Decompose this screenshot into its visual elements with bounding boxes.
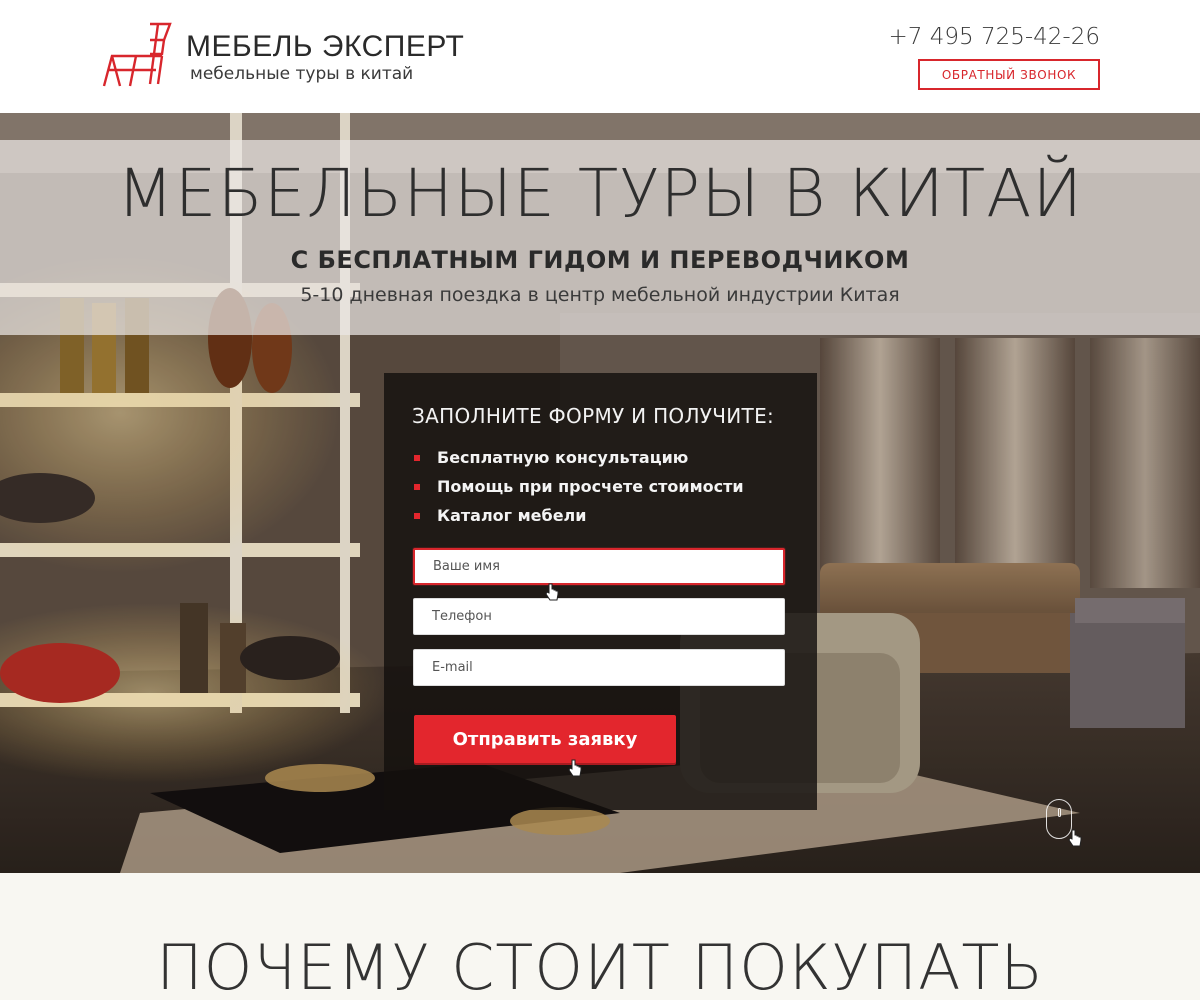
hero-title: МЕБЕЛЬНЫЕ ТУРЫ В КИТАЙ	[116, 155, 1084, 232]
bullet-icon	[414, 483, 420, 490]
email-input[interactable]: E-mail	[413, 649, 785, 686]
benefit-item: Помощь при просчете стоимости	[414, 472, 744, 501]
site-header: МЕБЕЛЬ ЭКСПЕРТ мебельные туры в китай +7…	[0, 0, 1200, 113]
benefits-list: Бесплатную консультацию Помощь при просч…	[414, 443, 744, 530]
bullet-icon	[414, 512, 420, 519]
benefit-label: Каталог мебели	[437, 506, 587, 525]
hero-description: 5-10 дневная поездка в центр мебельной и…	[300, 284, 900, 306]
name-input[interactable]: Ваше имя	[413, 548, 785, 585]
benefit-label: Помощь при просчете стоимости	[437, 477, 744, 496]
hand-cursor-icon	[545, 583, 559, 601]
why-title: ПОЧЕМУ СТОИТ ПОКУПАТЬ	[156, 931, 1044, 1000]
hero-subtitle: С БЕСПЛАТНЫМ ГИДОМ И ПЕРЕВОДЧИКОМ	[290, 246, 910, 274]
benefit-label: Бесплатную консультацию	[437, 448, 689, 467]
callback-button[interactable]: ОБРАТНЫЙ ЗВОНОК	[918, 59, 1100, 90]
logo-subtitle: мебельные туры в китай	[190, 64, 414, 84]
hand-cursor-icon	[568, 759, 582, 777]
phone-number[interactable]: +7 495 725-42-26	[889, 24, 1100, 50]
hero-section: МЕБЕЛЬНЫЕ ТУРЫ В КИТАЙ С БЕСПЛАТНЫМ ГИДО…	[0, 113, 1200, 873]
landing-page: МЕБЕЛЬ ЭКСПЕРТ мебельные туры в китай +7…	[0, 0, 1200, 1000]
why-section: ПОЧЕМУ СТОИТ ПОКУПАТЬ	[0, 873, 1200, 1000]
form-heading: ЗАПОЛНИТЕ ФОРМУ И ПОЛУЧИТЕ:	[412, 404, 775, 428]
logo-title: МЕБЕЛЬ ЭКСПЕРТ	[186, 30, 465, 63]
bullet-icon	[414, 454, 420, 461]
logo[interactable]: МЕБЕЛЬ ЭКСПЕРТ мебельные туры в китай	[100, 20, 464, 90]
chair-logo-icon	[102, 22, 172, 87]
hand-cursor-icon	[1068, 829, 1082, 847]
mouse-wheel	[1058, 808, 1061, 817]
submit-button[interactable]: Отправить заявку	[414, 715, 676, 763]
phone-input[interactable]: Телефон	[413, 598, 785, 635]
lead-form: ЗАПОЛНИТЕ ФОРМУ И ПОЛУЧИТЕ: Бесплатную к…	[384, 373, 817, 810]
benefit-item: Каталог мебели	[414, 501, 744, 530]
benefit-item: Бесплатную консультацию	[414, 443, 744, 472]
